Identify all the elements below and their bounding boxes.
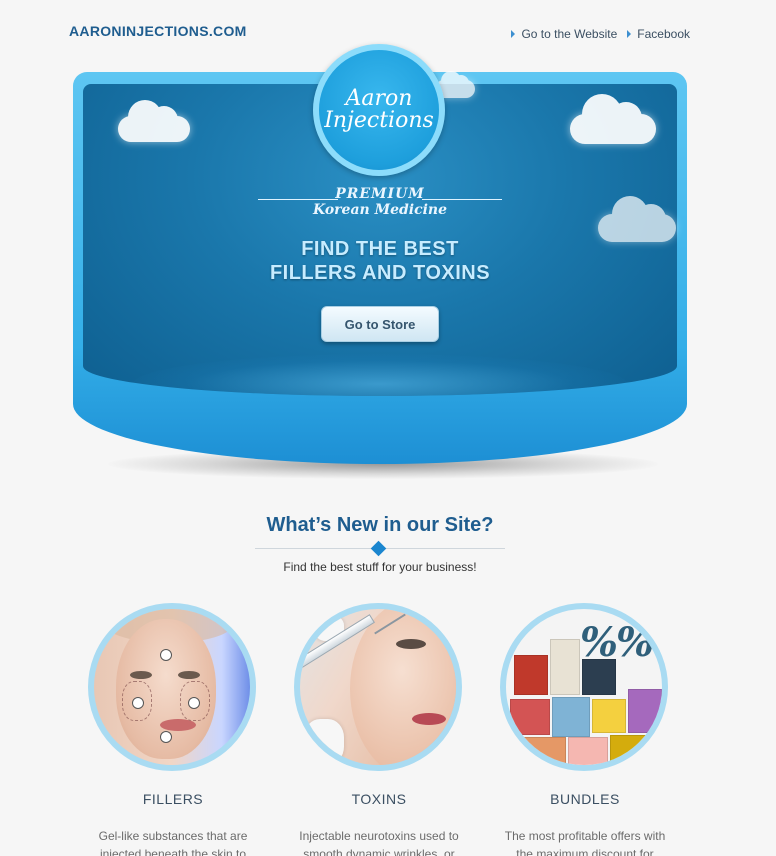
logo-line-1: Aaron	[345, 86, 413, 111]
percent-icon: %%	[579, 619, 654, 666]
marker-icon	[160, 649, 172, 661]
card-title[interactable]: BUNDLES	[500, 791, 670, 807]
gift-box	[522, 737, 566, 765]
face-shape	[350, 609, 456, 765]
gift-box	[610, 735, 654, 765]
hero-floor-glow	[133, 354, 627, 396]
eye-shape	[396, 639, 426, 649]
cloud-icon	[598, 196, 676, 242]
eye-shape	[178, 671, 200, 679]
marker-icon	[132, 697, 144, 709]
diamond-icon	[370, 540, 387, 557]
card-description: Gel-like substances that are injected be…	[98, 829, 248, 856]
hero-logo: Aaron Injections	[313, 44, 445, 176]
gift-box	[514, 655, 548, 695]
card-bundles: %% BUNDLES The most profitable offers wi…	[500, 603, 670, 856]
logo-line-2: Injections	[324, 108, 434, 133]
gift-box	[510, 699, 550, 735]
lips-shape	[412, 713, 446, 725]
premium-label: PREMIUM	[335, 186, 425, 202]
facebook-link-label[interactable]: Facebook	[637, 27, 690, 41]
marker-icon	[160, 731, 172, 743]
marker-icon	[188, 697, 200, 709]
toxins-image[interactable]	[294, 603, 462, 771]
cloud-icon	[570, 94, 656, 144]
headline-line-2: FILLERS AND TOXINS	[269, 262, 491, 284]
top-links: Go to the Website Facebook	[511, 27, 690, 41]
premium-badge: PREMIUM Korean Medicine	[258, 186, 502, 218]
bundles-image[interactable]: %%	[500, 603, 668, 771]
headline-line-1: FIND THE BEST	[301, 238, 459, 260]
face-shape	[116, 619, 216, 759]
go-to-store-button[interactable]: Go to Store	[321, 306, 439, 342]
website-link[interactable]: Go to the Website	[511, 27, 617, 41]
gift-box	[568, 737, 608, 765]
card-title[interactable]: FILLERS	[88, 791, 258, 807]
hero-banner: Aaron Injections PREMIUM Korean Medicine…	[73, 44, 687, 484]
glove-shape	[304, 719, 344, 765]
facebook-link[interactable]: Facebook	[627, 27, 690, 41]
card-fillers: FILLERS Gel-like substances that are inj…	[88, 603, 258, 856]
hero-headline: FIND THE BEST FILLERS AND TOXINS	[193, 237, 567, 285]
triangle-right-icon	[627, 30, 632, 38]
card-toxins: TOXINS Injectable neurotoxins used to sm…	[294, 603, 464, 856]
fillers-image[interactable]	[88, 603, 256, 771]
section-title: What’s New in our Site?	[266, 514, 494, 536]
card-description: Injectable neurotoxins used to smooth dy…	[299, 829, 459, 856]
gift-box	[628, 689, 662, 733]
premium-sublabel: Korean Medicine	[312, 202, 448, 218]
section-subtitle: Find the best stuff for your business!	[283, 560, 477, 574]
card-description: The most profitable offers with the maxi…	[504, 829, 666, 856]
triangle-right-icon	[511, 30, 516, 38]
gift-box	[592, 699, 626, 733]
gift-box	[550, 639, 580, 695]
site-brand[interactable]: AARONINJECTIONS.COM	[69, 23, 247, 39]
cloud-icon	[118, 100, 190, 142]
eye-shape	[130, 671, 152, 679]
gift-box	[552, 697, 590, 737]
website-link-label[interactable]: Go to the Website	[521, 27, 617, 41]
card-title[interactable]: TOXINS	[294, 791, 464, 807]
